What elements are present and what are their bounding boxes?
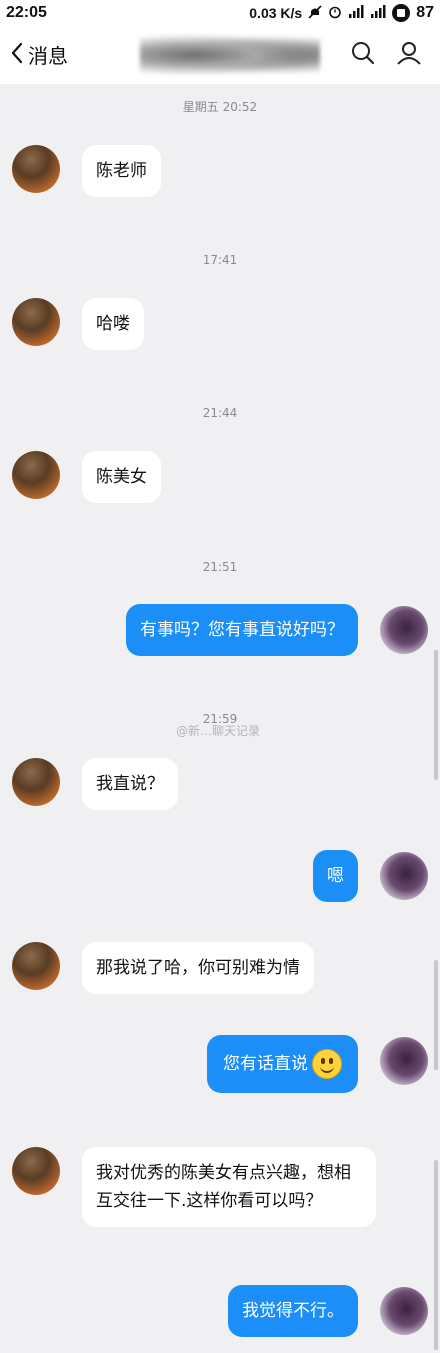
avatar[interactable] <box>380 1037 428 1085</box>
message-bubble-left[interactable]: 我直说？ <box>82 758 178 810</box>
status-time: 22:05 <box>6 4 47 21</box>
timestamp: 星期五 20:52 <box>182 100 258 114</box>
status-right: 0.03 K/s 87 <box>249 4 434 22</box>
alarm-icon <box>328 5 342 22</box>
message-text: 您有话直说 <box>223 1054 308 1074</box>
timestamp: 21:51 <box>202 560 238 574</box>
timestamp: 17:41 <box>202 253 238 267</box>
scrollbar[interactable] <box>434 1160 438 1350</box>
chevron-left-icon <box>10 41 24 69</box>
profile-icon[interactable] <box>396 40 422 70</box>
message-bubble-left[interactable]: 陈老师 <box>82 145 161 197</box>
message-bubble-right[interactable]: 我觉得不行。 <box>228 1285 358 1337</box>
avatar[interactable] <box>12 758 60 806</box>
message-bubble-right[interactable]: 有事吗？您有事直说好吗？ <box>126 604 358 656</box>
avatar[interactable] <box>380 852 428 900</box>
message-bubble-right[interactable]: 嗯 <box>313 850 358 902</box>
back-button[interactable]: 消息 <box>10 40 68 69</box>
back-label: 消息 <box>28 44 68 68</box>
battery-icon <box>392 4 411 22</box>
message-bubble-left[interactable]: 那我说了哈，你可别难为情 <box>82 942 314 994</box>
message-bubble-right[interactable]: 您有话直说 <box>207 1035 358 1093</box>
avatar[interactable] <box>380 1287 428 1335</box>
mute-icon <box>308 4 322 22</box>
avatar[interactable] <box>12 145 60 193</box>
avatar[interactable] <box>12 1147 60 1195</box>
signal-4g-icon <box>370 4 386 22</box>
scrollbar[interactable] <box>434 960 438 1070</box>
avatar[interactable] <box>12 298 60 346</box>
message-bubble-left[interactable]: 陈美女 <box>82 451 161 503</box>
message-bubble-left[interactable]: 哈喽 <box>82 298 144 350</box>
signal-icon <box>348 4 364 22</box>
network-speed: 0.03 K/s <box>249 5 303 21</box>
redacted-contact-name <box>140 34 320 76</box>
avatar[interactable] <box>380 606 428 654</box>
battery-level: 87 <box>416 4 434 21</box>
timestamp: 21:44 <box>202 406 238 420</box>
nav-bar: 消息 <box>0 28 440 84</box>
avatar[interactable] <box>12 451 60 499</box>
watermark: @新…聊天记录 <box>176 724 261 738</box>
search-icon[interactable] <box>350 40 376 70</box>
message-bubble-left[interactable]: 我对优秀的陈美女有点兴趣，想相互交往一下.这样你看可以吗？ <box>82 1147 376 1227</box>
avatar[interactable] <box>12 942 60 990</box>
scrollbar[interactable] <box>434 650 438 780</box>
smile-emoji-icon <box>312 1049 342 1079</box>
status-bar: 22:05 0.03 K/s 87 <box>0 0 440 28</box>
